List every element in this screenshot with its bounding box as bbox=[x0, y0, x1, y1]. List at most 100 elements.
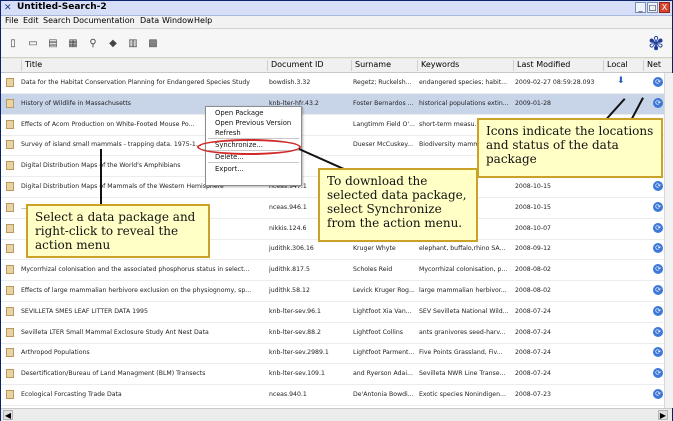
document-icon bbox=[6, 202, 14, 212]
table-row[interactable]: Arthropod Populations knb-lter-sev.2989.1… bbox=[1, 343, 672, 365]
keywords-cell: Mycorrhizal colonisation, p... bbox=[419, 266, 508, 274]
last-modified-cell: 2009-02-27 08:59:28.093 bbox=[515, 79, 595, 86]
db-icon[interactable]: ▤ bbox=[47, 38, 59, 49]
title-cell: Effects of large mammalian herbivore exc… bbox=[21, 287, 252, 294]
menu-item-refresh[interactable]: Refresh bbox=[215, 129, 241, 137]
menu-help[interactable]: Help bbox=[194, 16, 212, 25]
table-row[interactable]: History of Wildlife in Massachusetts knb-… bbox=[1, 93, 672, 115]
document-icon bbox=[6, 98, 14, 108]
last-modified-cell: 2009-01-28 bbox=[515, 99, 551, 107]
document-icon bbox=[6, 244, 14, 254]
title-cell: Mycorrhizal colonisation and the associa… bbox=[21, 266, 250, 274]
network-status-icon: ⟳ bbox=[653, 264, 663, 275]
open-icon[interactable]: ▯ bbox=[7, 38, 19, 49]
last-modified-cell: 2008-07-24 bbox=[515, 307, 551, 315]
local-status-icon: ⬇ bbox=[617, 76, 625, 86]
title-cell: Ecological Forcasting Trade Data bbox=[21, 391, 122, 398]
table-row[interactable]: Effects of large mammalian herbivore exc… bbox=[1, 281, 672, 302]
maximize-button[interactable]: □ bbox=[647, 2, 658, 13]
menu-data[interactable]: Data bbox=[140, 16, 159, 25]
keywords-cell: Exotic species Nonindigen... bbox=[419, 391, 506, 398]
surname-cell: Kruger Whyte bbox=[353, 245, 396, 253]
document-icon bbox=[6, 327, 14, 337]
network-status-icon: ⟳ bbox=[653, 201, 663, 212]
scroll-left-button[interactable]: ◀ bbox=[3, 410, 13, 420]
synchronize-highlight bbox=[197, 139, 301, 155]
network-status-icon: ⟳ bbox=[653, 77, 663, 87]
menu-item-export[interactable]: Export... bbox=[215, 165, 244, 173]
butterfly-icon: ✾ bbox=[648, 33, 664, 55]
last-modified-cell: 2008-10-07 bbox=[515, 224, 551, 232]
menu-edit[interactable]: Edit bbox=[23, 16, 39, 25]
menu-item-open-package[interactable]: Open Package bbox=[215, 109, 264, 117]
callout-synchronize: To download the selected data package, s… bbox=[318, 168, 478, 242]
table-row[interactable]: Data for the Habitat Conservation Planni… bbox=[1, 73, 672, 94]
document-icon bbox=[6, 306, 14, 316]
menu-item-open-previous[interactable]: Open Previous Version bbox=[215, 119, 291, 127]
pointer-line bbox=[100, 149, 102, 205]
diamond-icon[interactable]: ◆ bbox=[107, 38, 119, 49]
surname-cell: Langtimm Field O'... bbox=[353, 120, 415, 128]
document-id-cell: nceas.940.1 bbox=[269, 391, 307, 398]
print-icon[interactable]: ▥ bbox=[127, 38, 139, 49]
network-status-icon: ⟳ bbox=[653, 347, 663, 358]
network-status-icon: ⟳ bbox=[653, 368, 663, 379]
copy-icon[interactable]: ▦ bbox=[67, 38, 79, 49]
vertical-scrollbar[interactable] bbox=[664, 73, 673, 408]
table-row[interactable]: Mycorrhizal colonisation and the associa… bbox=[1, 260, 672, 282]
save-icon[interactable]: ▭ bbox=[27, 38, 39, 49]
last-modified-cell: 2008-07-24 bbox=[515, 349, 551, 357]
menu-file[interactable]: File bbox=[5, 16, 18, 25]
last-modified-cell: 2008-10-15 bbox=[515, 183, 551, 190]
keywords-cell: ants granivores seed-harv... bbox=[419, 328, 506, 336]
title-cell: Sevilleta LTER Small Mammal Exclosure St… bbox=[21, 328, 209, 336]
last-modified-cell: 2008-09-12 bbox=[515, 245, 551, 253]
menu-window[interactable]: Window bbox=[162, 16, 194, 25]
toolbar: ▯ ▭ ▤ ▦ ⚲ ◆ ▥ ▩ ✾ bbox=[1, 29, 672, 58]
surname-cell: Regetz; Ruckelsh... bbox=[353, 79, 412, 86]
col-document-id[interactable]: Document ID bbox=[267, 60, 351, 71]
close-button[interactable]: X bbox=[659, 2, 670, 13]
col-last-modified[interactable]: Last Modified bbox=[513, 60, 603, 71]
menu-search[interactable]: Search bbox=[43, 16, 70, 25]
title-cell: Data for the Habitat Conservation Planni… bbox=[21, 79, 250, 86]
table-row[interactable]: SEVILLETA SMES LEAF LITTER DATA 1995 knb-… bbox=[1, 302, 672, 323]
last-modified-cell: 2008-07-23 bbox=[515, 391, 551, 398]
keywords-cell: historical populations extin... bbox=[419, 99, 509, 107]
col-keywords[interactable]: Keywords bbox=[417, 60, 513, 71]
col-net[interactable]: Net bbox=[643, 60, 665, 71]
document-id-cell: knb-lter-sev.109.1 bbox=[269, 370, 325, 378]
table-row[interactable]: Sevilleta LTER Small Mammal Exclosure St… bbox=[1, 323, 672, 344]
menu-separator bbox=[208, 162, 299, 163]
menu-documentation[interactable]: Documentation bbox=[73, 16, 135, 25]
surname-cell: De'Antonia Bowdi... bbox=[353, 391, 414, 398]
search-icon[interactable]: ⚲ bbox=[87, 38, 99, 49]
horizontal-scrollbar[interactable]: ◀ ▶ bbox=[1, 408, 672, 421]
network-status-icon: ⟳ bbox=[653, 285, 663, 295]
document-id-cell: judithk.817.5 bbox=[269, 266, 310, 274]
table-row[interactable]: Ecological Forcasting Trade Data nceas.94… bbox=[1, 385, 672, 406]
document-icon bbox=[6, 369, 14, 379]
minimize-button[interactable]: _ bbox=[635, 2, 646, 13]
last-modified-cell: 2008-07-24 bbox=[515, 370, 551, 378]
col-surname[interactable]: Surname bbox=[351, 60, 417, 71]
document-icon bbox=[6, 182, 14, 191]
document-icon bbox=[6, 78, 14, 87]
network-status-icon: ⟳ bbox=[653, 326, 663, 337]
document-icon bbox=[6, 140, 14, 150]
keywords-cell: SEV Sevilleta National Wild... bbox=[419, 307, 509, 315]
scroll-right-button[interactable]: ▶ bbox=[658, 410, 668, 420]
app-icon: ✕ bbox=[4, 3, 12, 13]
grid-icon[interactable]: ▩ bbox=[147, 38, 159, 49]
title-cell: SEVILLETA SMES LEAF LITTER DATA 1995 bbox=[21, 307, 148, 315]
keywords-cell: Five Points Grassland, Fiv... bbox=[419, 349, 503, 357]
surname-cell: Lightfoot Xia Van... bbox=[353, 307, 412, 315]
network-status-icon: ⟳ bbox=[653, 222, 663, 233]
title-bar: ✕ Untitled-Search-2 _ □ X bbox=[1, 1, 672, 16]
network-status-icon: ⟳ bbox=[653, 97, 663, 108]
keywords-cell: endangered species; habit... bbox=[419, 79, 508, 86]
col-title[interactable]: Title bbox=[21, 60, 267, 71]
table-row[interactable]: Desertification/Bureau of Land Managment… bbox=[1, 364, 672, 386]
surname-cell: Scholes Reid bbox=[353, 266, 393, 274]
col-local[interactable]: Local bbox=[603, 60, 643, 71]
